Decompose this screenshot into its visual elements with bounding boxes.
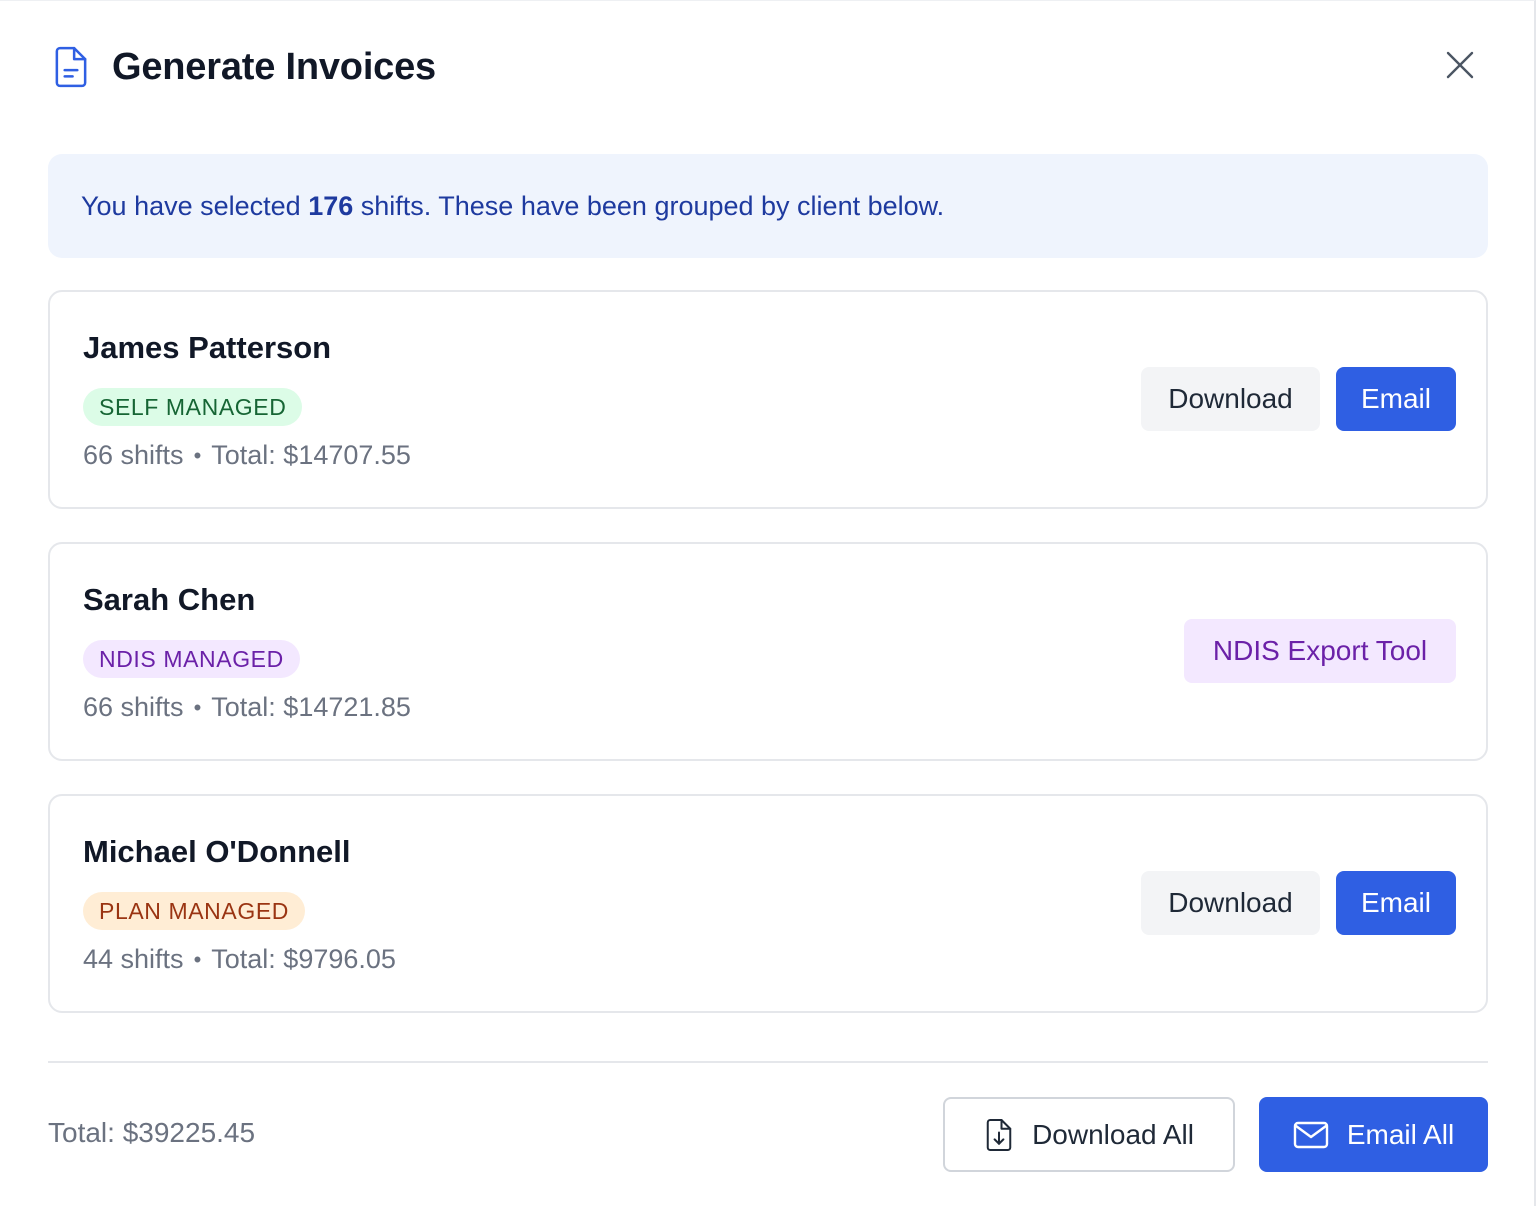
mail-icon <box>1293 1121 1329 1149</box>
download-button[interactable]: Download <box>1141 367 1320 431</box>
client-summary: 44 shifts • Total: $9796.05 <box>83 944 396 975</box>
separator: • <box>193 946 202 972</box>
generate-invoices-dialog: Generate Invoices You have selected 176 … <box>0 0 1536 1206</box>
email-all-label: Email All <box>1346 1118 1455 1150</box>
funding-badge: SELF MANAGED <box>83 388 303 426</box>
client-card: James Patterson SELF MANAGED 66 shifts •… <box>48 290 1488 509</box>
client-total: Total: $14707.55 <box>211 440 411 470</box>
client-name: James Patterson <box>83 330 332 365</box>
file-download-icon <box>984 1117 1014 1153</box>
client-summary: 66 shifts • Total: $14721.85 <box>83 692 411 723</box>
close-icon <box>1444 49 1476 86</box>
shift-count-text: 66 shifts <box>83 692 184 722</box>
email-all-button[interactable]: Email All <box>1259 1097 1488 1172</box>
email-button[interactable]: Email <box>1336 367 1456 431</box>
download-all-button[interactable]: Download All <box>943 1097 1235 1172</box>
email-button[interactable]: Email <box>1336 871 1456 935</box>
separator: • <box>193 694 202 720</box>
client-card: Michael O'Donnell PLAN MANAGED 44 shifts… <box>48 794 1488 1013</box>
client-name: Sarah Chen <box>83 582 256 617</box>
funding-badge: NDIS MANAGED <box>83 640 300 678</box>
ndis-export-button[interactable]: NDIS Export Tool <box>1184 619 1456 683</box>
file-text-icon <box>50 44 92 90</box>
close-button[interactable] <box>1440 47 1480 87</box>
client-card: Sarah Chen NDIS MANAGED 66 shifts • Tota… <box>48 542 1488 761</box>
dialog-title: Generate Invoices <box>112 45 436 88</box>
client-summary: 66 shifts • Total: $14707.55 <box>83 440 411 471</box>
info-suffix: shifts. These have been grouped by clien… <box>353 190 945 221</box>
grand-total: Total: $39225.45 <box>48 1117 256 1148</box>
dialog-header: Generate Invoices <box>50 37 1484 97</box>
selection-info-banner: You have selected 176 shifts. These have… <box>48 154 1488 258</box>
info-prefix: You have selected <box>81 190 309 221</box>
client-name: Michael O'Donnell <box>83 834 351 869</box>
download-all-label: Download All <box>1032 1118 1194 1150</box>
client-total: Total: $9796.05 <box>211 944 396 974</box>
funding-badge: PLAN MANAGED <box>83 892 305 930</box>
footer-divider <box>48 1061 1488 1063</box>
shift-count: 176 <box>308 190 354 221</box>
download-button[interactable]: Download <box>1141 871 1320 935</box>
shift-count-text: 44 shifts <box>83 944 184 974</box>
shift-count-text: 66 shifts <box>83 440 184 470</box>
separator: • <box>193 442 202 468</box>
client-total: Total: $14721.85 <box>211 692 411 722</box>
